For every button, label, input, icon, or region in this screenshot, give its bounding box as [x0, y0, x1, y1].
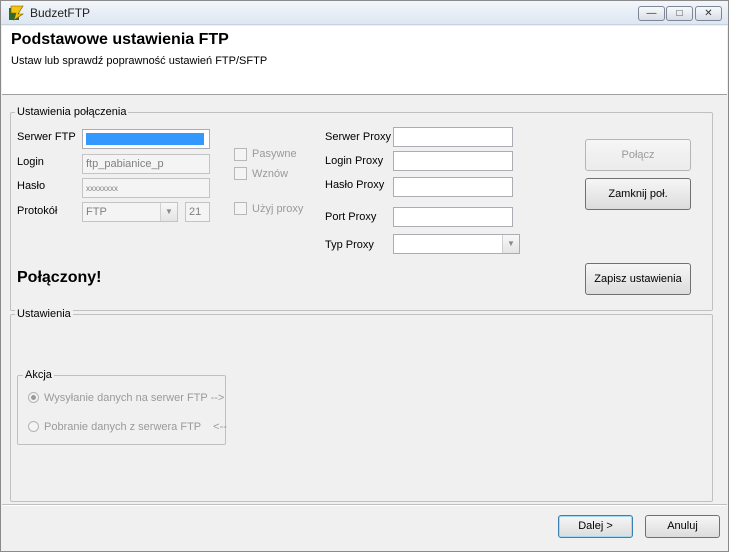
proxy-port-input[interactable] — [393, 207, 513, 227]
page-subtitle: Ustaw lub sprawdź poprawność ustawień FT… — [11, 55, 268, 67]
maximize-button[interactable]: □ — [666, 6, 693, 21]
settings-label: Ustawienia — [15, 308, 73, 320]
header-panel: Podstawowe ustawienia FTP Ustaw lub spra… — [2, 26, 727, 95]
port-input[interactable]: 21 — [185, 202, 210, 222]
proxy-server-input[interactable] — [393, 127, 513, 147]
footer-divider-highlight — [2, 505, 727, 506]
connect-button[interactable]: Połącz — [585, 139, 691, 171]
protocol-select[interactable]: FTP ▼ — [82, 202, 178, 222]
main-window: BudzetFTP — □ ✕ Podstawowe ustawienia FT… — [0, 0, 729, 552]
title-bar[interactable]: BudzetFTP — □ ✕ — [1, 1, 728, 25]
save-settings-button[interactable]: Zapisz ustawienia — [585, 263, 691, 295]
protocol-value: FTP — [86, 206, 107, 218]
password-input[interactable]: xxxxxxxx — [82, 178, 210, 198]
disconnect-button[interactable]: Zamknij poł. — [585, 178, 691, 210]
connection-settings-label: Ustawienia połączenia — [15, 106, 129, 118]
action-group — [17, 375, 226, 445]
proxy-login-input[interactable] — [393, 151, 513, 171]
proxy-type-label: Typ Proxy — [325, 239, 374, 251]
proxy-port-label: Port Proxy — [325, 211, 377, 223]
password-label: Hasło — [17, 180, 46, 192]
protocol-label: Protokół — [17, 205, 58, 217]
connection-status: Połączony! — [17, 269, 102, 286]
next-button[interactable]: Dalej > — [558, 515, 633, 538]
app-icon — [9, 5, 24, 21]
cancel-button[interactable]: Anuluj — [645, 515, 720, 538]
action-label: Akcja — [23, 369, 54, 381]
proxy-password-input[interactable] — [393, 177, 513, 197]
resume-label: Wznów — [252, 168, 289, 180]
server-ftp-label: Serwer FTP — [17, 131, 76, 143]
use-proxy-label: Użyj proxy — [252, 203, 304, 215]
server-ftp-input[interactable] — [82, 129, 210, 149]
receive-option-label: Pobranie danych z serwera FTP <-- — [44, 421, 227, 433]
chevron-down-icon: ▼ — [502, 235, 519, 253]
send-radio[interactable] — [28, 392, 39, 403]
chevron-down-icon: ▼ — [160, 203, 177, 221]
proxy-password-label: Hasło Proxy — [325, 179, 385, 191]
close-button[interactable]: ✕ — [695, 6, 722, 21]
passive-checkbox[interactable] — [234, 148, 247, 161]
login-input[interactable]: ftp_pabianice_p — [82, 154, 210, 174]
minimize-button[interactable]: — — [638, 6, 665, 21]
receive-radio[interactable] — [28, 421, 39, 432]
send-option-label: Wysyłanie danych na serwer FTP --> — [44, 392, 225, 404]
server-ftp-selection — [86, 133, 204, 145]
page-title: Podstawowe ustawienia FTP — [11, 31, 229, 48]
window-title: BudzetFTP — [30, 6, 91, 20]
resume-checkbox[interactable] — [234, 167, 247, 180]
login-label: Login — [17, 156, 44, 168]
passive-label: Pasywne — [252, 148, 297, 160]
proxy-type-select[interactable]: ▼ — [393, 234, 520, 254]
proxy-login-label: Login Proxy — [325, 155, 384, 167]
use-proxy-checkbox[interactable] — [234, 202, 247, 215]
proxy-server-label: Serwer Proxy — [325, 131, 392, 143]
